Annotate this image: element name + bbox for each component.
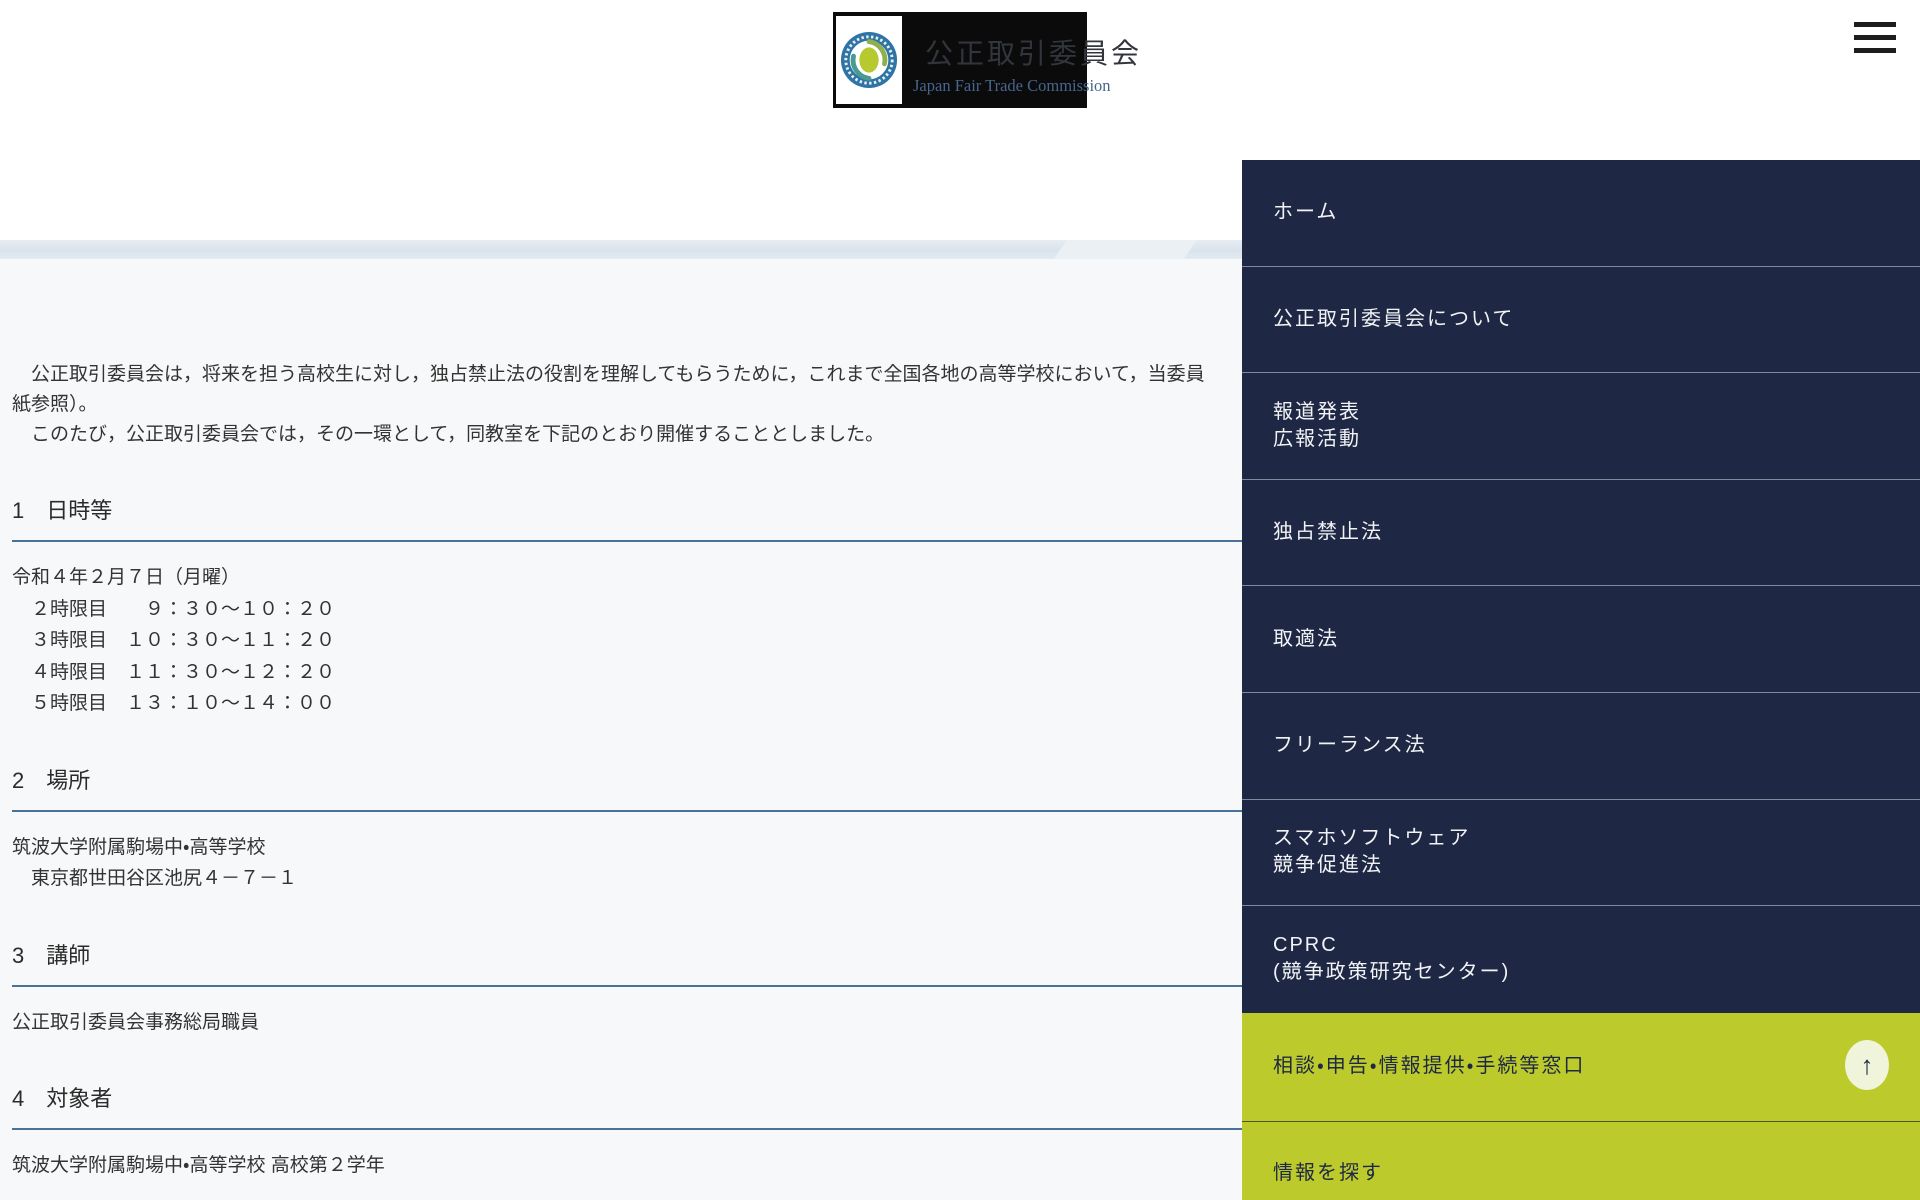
- band-diagonal-wedge: [1049, 240, 1201, 259]
- menu-item-label: 取適法: [1273, 627, 1339, 650]
- menu-item-consultation-report-window[interactable]: 相談・申告・情報提供・手続等窓口: [1242, 1012, 1920, 1122]
- menu-item-about-jftc[interactable]: 公正取引委員会について: [1242, 267, 1920, 374]
- hamburger-bar: [1854, 22, 1896, 27]
- menu-item-label: 独占禁止法: [1273, 521, 1383, 544]
- menu-item-label: 競争促進法: [1273, 854, 1383, 877]
- hamburger-bar: [1854, 48, 1896, 53]
- menu-item-label: 公正取引委員会について: [1273, 307, 1515, 330]
- hamburger-bar: [1854, 35, 1896, 40]
- hamburger-menu-icon[interactable]: [1854, 22, 1896, 53]
- back-to-top-button[interactable]: ↑: [1845, 1040, 1889, 1090]
- menu-item-label: スマホソフトウェア: [1273, 827, 1471, 850]
- menu-item-press-publicity[interactable]: 報道発表 広報活動: [1242, 373, 1920, 480]
- up-arrow-icon: ↑: [1860, 1050, 1874, 1080]
- menu-item-label: 相談・申告・情報提供・手続等窓口: [1273, 1055, 1586, 1078]
- menu-item-label: (競争政策研究センター): [1273, 961, 1511, 984]
- menu-item-label: CPRC: [1273, 934, 1338, 957]
- menu-item-label: 情報を探す: [1273, 1161, 1383, 1184]
- menu-item-search-information[interactable]: 情報を探す: [1242, 1121, 1920, 1200]
- jftc-emblem-icon: [836, 16, 902, 104]
- menu-item-smartphone-software-act[interactable]: スマホソフトウェア 競争促進法: [1242, 800, 1920, 907]
- menu-item-subcontract-act[interactable]: 取適法: [1242, 586, 1920, 693]
- logo-title-japanese: 公正取引委員会: [925, 38, 1143, 69]
- menu-item-cprc[interactable]: CPRC (競争政策研究センター): [1242, 906, 1920, 1013]
- menu-panel: ホーム 公正取引委員会について 報道発表 広報活動 独占禁止法 取適法 フリーラ…: [1242, 160, 1920, 1200]
- jftc-emblem-svg: [840, 31, 898, 89]
- menu-item-antimonopoly-act[interactable]: 独占禁止法: [1242, 480, 1920, 587]
- menu-item-freelance-act[interactable]: フリーランス法: [1242, 693, 1920, 800]
- jftc-logo[interactable]: 公正取引委員会 Japan Fair Trade Commission: [833, 12, 1139, 108]
- menu-item-label: ホーム: [1273, 201, 1339, 224]
- menu-item-label: 広報活動: [1273, 427, 1361, 450]
- menu-item-label: フリーランス法: [1273, 734, 1427, 757]
- menu-item-home[interactable]: ホーム: [1242, 160, 1920, 267]
- logo-title-english: Japan Fair Trade Commission: [913, 76, 1111, 95]
- menu-item-label: 報道発表: [1273, 400, 1361, 423]
